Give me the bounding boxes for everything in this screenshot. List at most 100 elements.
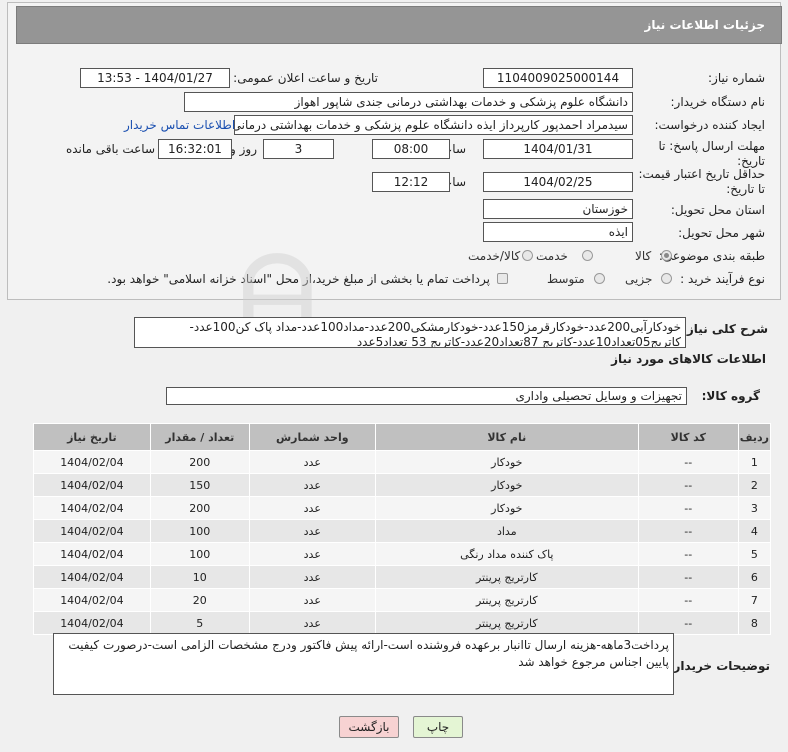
table-row: 2 -- خودکار عدد 150 1404/02/04 xyxy=(33,473,772,497)
description-label: شرح کلی نیاز: xyxy=(682,322,768,336)
category-radio-goods[interactable] xyxy=(661,250,672,261)
cell-quantity: 5 xyxy=(149,611,250,635)
remaining-time-field: 16:32:01 xyxy=(158,139,232,159)
cell-quantity: 20 xyxy=(149,588,250,612)
cell-item-name: خودکار xyxy=(374,450,639,474)
cell-unit: عدد xyxy=(248,611,376,635)
cell-item-code: -- xyxy=(637,519,739,543)
validity-date-field: 1404/02/25 xyxy=(483,172,633,192)
cell-item-code: -- xyxy=(637,542,739,566)
table-row: 4 -- مداد عدد 100 1404/02/04 xyxy=(33,519,772,543)
cell-unit: عدد xyxy=(248,565,376,589)
goods-table: ردیف کد کالا نام کالا واحد شمارش تعداد /… xyxy=(33,423,772,635)
category-option-service: خدمت xyxy=(536,249,568,263)
process-option-minor: جزیی xyxy=(625,272,653,286)
cell-row-number: 7 xyxy=(737,588,772,612)
buyer-notes-label: توضیحات خریدار: xyxy=(668,659,770,673)
cell-need-date: 1404/02/04 xyxy=(33,496,151,520)
cell-item-code: -- xyxy=(637,473,739,497)
col-unit-header: واحد شمارش xyxy=(248,423,376,451)
back-button[interactable]: بازگشت xyxy=(339,716,399,738)
table-header-row: ردیف کد کالا نام کالا واحد شمارش تعداد /… xyxy=(33,423,772,451)
city-label: شهر محل تحویل: xyxy=(678,226,765,240)
city-field: ایذه xyxy=(483,222,633,242)
announce-label: تاریخ و ساعت اعلان عمومی: xyxy=(233,71,378,85)
cell-item-name: کارتریج پرینتر xyxy=(374,588,639,612)
need-number-label: شماره نیاز: xyxy=(708,71,765,85)
creator-label: ایجاد کننده درخواست: xyxy=(654,118,765,132)
need-number-field: 1104009025000144 xyxy=(483,68,633,88)
table-row: 5 -- پاک کننده مداد رنگی عدد 100 1404/02/04 xyxy=(33,542,772,566)
cell-item-name: کارتریج پرینتر xyxy=(374,611,639,635)
buyer-org-field: دانشگاه علوم پزشکی و خدمات بهداشتی درمان… xyxy=(184,92,633,112)
category-option-both: کالا/خدمت xyxy=(468,249,521,263)
cell-quantity: 200 xyxy=(149,450,250,474)
cell-quantity: 10 xyxy=(149,565,250,589)
category-label: طبقه بندی موضوعی: xyxy=(658,249,765,263)
process-radio-minor[interactable] xyxy=(661,273,672,284)
cell-item-code: -- xyxy=(637,496,739,520)
validity-label-2: تا تاریخ: xyxy=(726,182,765,196)
cell-quantity: 200 xyxy=(149,496,250,520)
deadline-label-2: تاریخ: xyxy=(737,154,765,168)
cell-unit: عدد xyxy=(248,473,376,497)
cell-item-code: -- xyxy=(637,588,739,612)
cell-need-date: 1404/02/04 xyxy=(33,542,151,566)
cell-unit: عدد xyxy=(248,519,376,543)
validity-label-1: حداقل تاریخ اعتبار قیمت: xyxy=(638,167,765,181)
cell-quantity: 100 xyxy=(149,542,250,566)
cell-item-name: خودکار xyxy=(374,496,639,520)
process-option-medium: متوسط xyxy=(547,272,585,286)
cell-item-name: خودکار xyxy=(374,473,639,497)
cell-need-date: 1404/02/04 xyxy=(33,519,151,543)
category-radio-both[interactable] xyxy=(522,250,533,261)
col-name-header: نام کالا xyxy=(374,423,639,451)
cell-row-number: 6 xyxy=(737,565,772,589)
cell-row-number: 8 xyxy=(737,611,772,635)
table-row: 6 -- کارتریج پرینتر عدد 10 1404/02/04 xyxy=(33,565,772,589)
cell-unit: عدد xyxy=(248,450,376,474)
cell-unit: عدد xyxy=(248,542,376,566)
cell-need-date: 1404/02/04 xyxy=(33,450,151,474)
province-label: استان محل تحویل: xyxy=(670,203,765,217)
buyer-notes-textarea[interactable]: پرداخت3ماهه-هزینه ارسال تاانبار برعهده ف… xyxy=(53,633,674,695)
category-radio-service[interactable] xyxy=(582,250,593,261)
treasury-payment-checkbox[interactable] xyxy=(497,273,508,284)
deadline-time-field: 08:00 xyxy=(372,139,450,159)
col-row-header: ردیف xyxy=(737,423,772,451)
goods-section-title: اطلاعات کالاهای مورد نیاز xyxy=(611,352,766,366)
cell-item-code: -- xyxy=(637,611,739,635)
cell-need-date: 1404/02/04 xyxy=(33,588,151,612)
table-row: 7 -- کارتریج پرینتر عدد 20 1404/02/04 xyxy=(33,588,772,612)
contact-buyer-link[interactable]: اطلاعات تماس خریدار xyxy=(124,118,235,132)
buyer-org-label: نام دستگاه خریدار: xyxy=(670,95,766,109)
goods-group-field: تجهیزات و وسایل تحصیلی واداری xyxy=(166,387,687,405)
cell-item-name: مداد xyxy=(374,519,639,543)
validity-time-field: 12:12 xyxy=(372,172,450,192)
cell-need-date: 1404/02/04 xyxy=(33,565,151,589)
process-label: نوع فرآیند خرید : xyxy=(680,272,765,286)
cell-item-code: -- xyxy=(637,565,739,589)
print-button[interactable]: چاپ xyxy=(413,716,463,738)
creator-field: سیدمراد احمدپور کارپرداز ایذه دانشگاه عل… xyxy=(234,115,633,135)
col-code-header: کد کالا xyxy=(637,423,739,451)
deadline-label-1: مهلت ارسال پاسخ: تا xyxy=(658,139,765,153)
cell-row-number: 5 xyxy=(737,542,772,566)
remaining-label: ساعت باقی مانده xyxy=(65,142,155,156)
cell-row-number: 3 xyxy=(737,496,772,520)
process-radio-medium[interactable] xyxy=(594,273,605,284)
days-label: روز و xyxy=(230,142,257,156)
description-textarea[interactable]: خودکارآبی200عدد-خودکارقرمز150عدد-خودکارم… xyxy=(134,317,686,348)
table-row: 1 -- خودکار عدد 200 1404/02/04 xyxy=(33,450,772,474)
cell-need-date: 1404/02/04 xyxy=(33,473,151,497)
cell-item-code: -- xyxy=(637,450,739,474)
cell-item-name: کارتریج پرینتر xyxy=(374,565,639,589)
col-qty-header: تعداد / مقدار xyxy=(149,423,250,451)
table-row: 8 -- کارتریج پرینتر عدد 5 1404/02/04 xyxy=(33,611,772,635)
category-option-goods: کالا xyxy=(635,249,652,263)
province-field: خوزستان xyxy=(483,199,633,219)
days-remaining-field: 3 xyxy=(263,139,334,159)
deadline-date-field: 1404/01/31 xyxy=(483,139,633,159)
col-date-header: تاریخ نیاز xyxy=(33,423,151,451)
cell-quantity: 150 xyxy=(149,473,250,497)
